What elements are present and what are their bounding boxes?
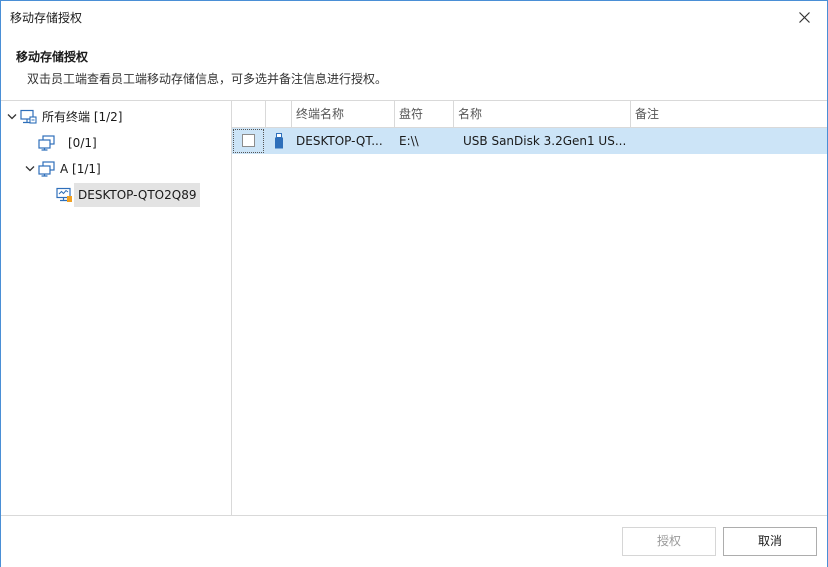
- column-header-icon[interactable]: [266, 101, 292, 127]
- chevron-down-icon[interactable]: [7, 113, 17, 121]
- cancel-button[interactable]: 取消: [723, 527, 817, 556]
- tree-node-label: A [1/1]: [60, 162, 101, 176]
- close-icon: [799, 12, 810, 23]
- cell-note[interactable]: [635, 128, 825, 154]
- header-title: 移动存储授权: [16, 50, 89, 64]
- tree-node-group-a[interactable]: A [1/1]: [5, 157, 225, 181]
- column-header-terminal[interactable]: 终端名称: [292, 101, 395, 127]
- cell-name: USB SanDisk 3.2Gen1 US...: [463, 134, 627, 148]
- dialog-header: 移动存储授权 双击员工端查看员工端移动存储信息，可多选并备注信息进行授权。: [1, 33, 827, 101]
- computer-group-icon: [38, 135, 55, 151]
- cell-terminal: DESKTOP-QT...: [296, 134, 383, 148]
- column-header-name[interactable]: 名称: [454, 101, 631, 127]
- table-row[interactable]: DESKTOP-QT... E:\\ USB SanDisk 3.2Gen1 U…: [232, 128, 827, 154]
- tree-node-label: [0/1]: [68, 136, 97, 150]
- tree-node-group-unnamed[interactable]: [0/1]: [5, 131, 225, 155]
- terminal-tree: 所有终端 [1/2] [0/1] A [1/1] DESKTOP-QTO2Q89: [1, 101, 232, 515]
- cell-drive: E:\\: [399, 134, 419, 148]
- close-button[interactable]: [787, 4, 821, 30]
- computer-network-icon: [20, 109, 37, 124]
- table-header: 终端名称 盘符 名称 备注: [232, 101, 827, 128]
- usb-drive-icon: [275, 133, 283, 149]
- header-description: 双击员工端查看员工端移动存储信息，可多选并备注信息进行授权。: [27, 72, 388, 86]
- window-title: 移动存储授权: [10, 11, 83, 25]
- storage-list: 终端名称 盘符 名称 备注 DESKTOP-QT... E:\\ USB San…: [232, 101, 827, 515]
- authorize-button[interactable]: 授权: [622, 527, 716, 556]
- tree-node-label: DESKTOP-QTO2Q89: [74, 183, 201, 207]
- tree-node-desktop[interactable]: DESKTOP-QTO2Q89: [5, 183, 231, 207]
- dialog-window: 移动存储授权 移动存储授权 双击员工端查看员工端移动存储信息，可多选并备注信息进…: [0, 0, 828, 567]
- computer-online-icon: [56, 187, 72, 202]
- computer-group-icon: [38, 161, 55, 177]
- column-header-note[interactable]: 备注: [631, 101, 827, 127]
- column-header-drive[interactable]: 盘符: [395, 101, 454, 127]
- row-checkbox[interactable]: [242, 134, 255, 147]
- tree-node-all-terminals[interactable]: 所有终端 [1/2]: [5, 105, 225, 129]
- chevron-down-icon[interactable]: [25, 165, 35, 173]
- dialog-footer: 授权 取消: [1, 515, 827, 567]
- column-header-check[interactable]: [232, 101, 266, 127]
- tree-node-label: 所有终端 [1/2]: [42, 110, 123, 124]
- title-bar: 移动存储授权: [1, 1, 827, 33]
